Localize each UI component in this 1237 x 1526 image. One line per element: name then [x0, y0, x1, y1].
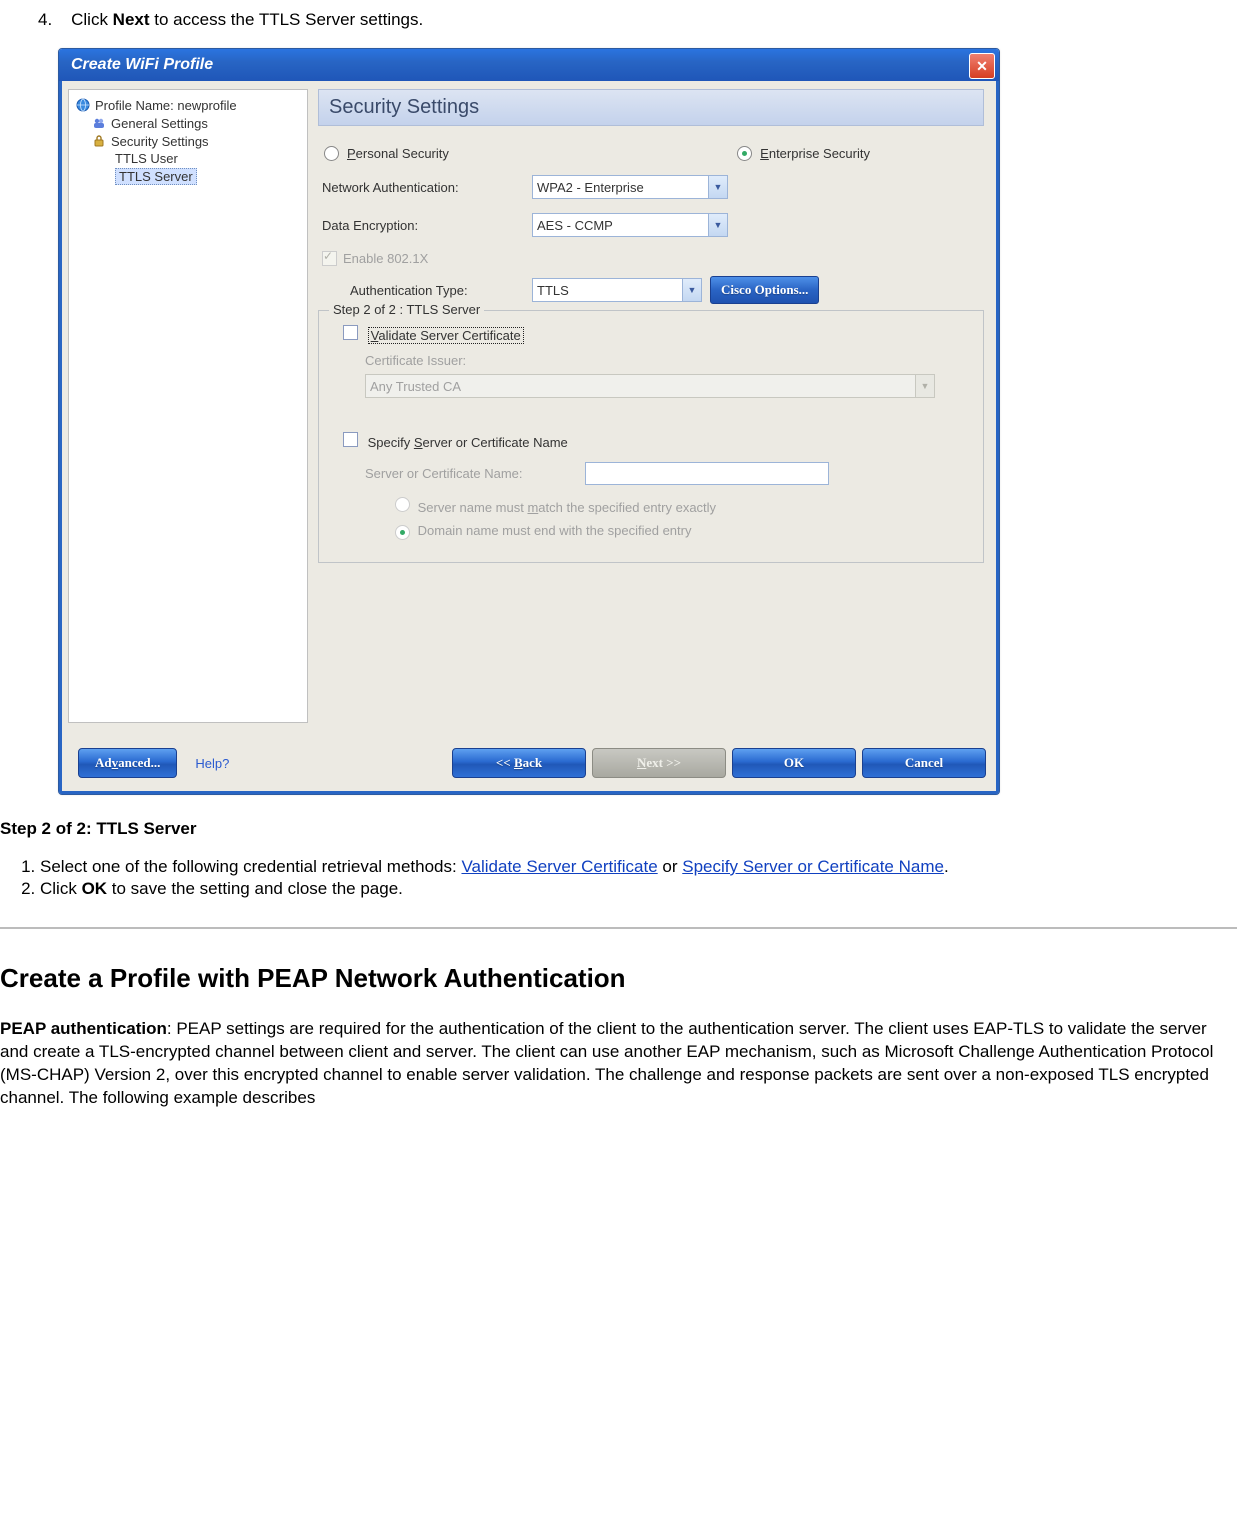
dropdown-value: WPA2 - Enterprise — [537, 180, 644, 195]
tree-general-settings[interactable]: General Settings — [73, 114, 303, 132]
button-label: << Back — [496, 755, 542, 771]
next-button: Next >> — [592, 748, 726, 778]
titlebar[interactable]: Create WiFi Profile ✕ — [59, 49, 999, 81]
checkbox-specify-server[interactable] — [343, 432, 358, 447]
divider — [0, 927, 1237, 929]
tree-label: General Settings — [111, 116, 208, 131]
chevron-down-icon: ▼ — [708, 176, 727, 198]
step-text-suffix: to access the TTLS Server settings. — [150, 10, 424, 29]
back-button[interactable]: << Back — [452, 748, 586, 778]
label-network-auth: Network Authentication: — [318, 180, 532, 195]
step-2-header: Step 2 of 2: TTLS Server — [0, 819, 1237, 839]
label-enable-8021x: Enable 802.1X — [343, 251, 428, 266]
dropdown-value: Any Trusted CA — [370, 379, 461, 394]
window-title: Create WiFi Profile — [63, 56, 213, 74]
li-text: or — [658, 857, 683, 876]
radio-personal-security[interactable] — [324, 146, 339, 161]
advanced-button[interactable]: Advanced... — [78, 748, 177, 778]
wifi-profile-dialog: Create WiFi Profile ✕ Profile Name: newp… — [58, 48, 1000, 795]
radio-domain-end — [395, 525, 410, 540]
panel-header: Security Settings — [318, 89, 984, 126]
dropdown-data-encryption[interactable]: AES - CCMP ▼ — [532, 213, 728, 237]
li-text: . — [944, 857, 949, 876]
dropdown-value: AES - CCMP — [537, 218, 613, 233]
label-cert-issuer: Certificate Issuer: — [343, 353, 971, 368]
list-item: Select one of the following credential r… — [40, 857, 1237, 877]
checkbox-enable-8021x — [322, 251, 337, 266]
button-label: Cisco Options... — [721, 282, 808, 298]
tree-label: TTLS User — [115, 151, 178, 166]
link-specify-server[interactable]: Specify Server or Certificate Name — [682, 857, 944, 876]
label-validate-cert: Validate Server Certificate — [368, 327, 524, 344]
chevron-down-icon: ▼ — [915, 375, 934, 397]
li-text: to save the setting and close the page. — [107, 879, 403, 898]
users-icon — [91, 115, 107, 131]
li-text: Select one of the following credential r… — [40, 857, 461, 876]
help-link[interactable]: Help? — [195, 756, 229, 771]
para-text: : PEAP settings are required for the aut… — [0, 1019, 1213, 1107]
groupbox-legend: Step 2 of 2 : TTLS Server — [329, 302, 484, 317]
label-auth-type: Authentication Type: — [346, 283, 532, 298]
cancel-button[interactable]: Cancel — [862, 748, 986, 778]
close-icon: ✕ — [976, 58, 988, 75]
checkbox-validate-cert[interactable] — [343, 325, 358, 340]
button-label: OK — [784, 755, 804, 771]
lock-icon — [91, 133, 107, 149]
radio-match-exactly — [395, 497, 410, 512]
label-enterprise-security: Enterprise Security — [760, 146, 870, 161]
dialog-button-bar: Advanced... Help? << Back Next >> OK Can… — [62, 735, 996, 791]
cisco-options-button[interactable]: Cisco Options... — [710, 276, 819, 304]
input-server-cert-name[interactable] — [585, 462, 829, 485]
label-personal-security: Personal Security — [347, 146, 449, 161]
ttls-server-groupbox: Step 2 of 2 : TTLS Server Validate Serve… — [318, 310, 984, 563]
tree-ttls-user[interactable]: TTLS User — [73, 150, 303, 167]
step-number: 4. — [38, 10, 52, 29]
dropdown-auth-type[interactable]: TTLS ▼ — [532, 278, 702, 302]
label-specify-server: Specify Server or Certificate Name — [368, 435, 568, 450]
para-bold: PEAP authentication — [0, 1019, 167, 1038]
radio-enterprise-security[interactable] — [737, 146, 752, 161]
chevron-down-icon: ▼ — [682, 279, 701, 301]
dropdown-cert-issuer: Any Trusted CA ▼ — [365, 374, 935, 398]
step-text-prefix: Click — [71, 10, 113, 29]
tree-ttls-server[interactable]: TTLS Server — [73, 167, 303, 186]
button-label: Advanced... — [95, 755, 160, 771]
tree-label: Security Settings — [111, 134, 209, 149]
tree-security-settings[interactable]: Security Settings — [73, 132, 303, 150]
tree-profile-name[interactable]: Profile Name: newprofile — [73, 96, 303, 114]
li-bold: OK — [82, 879, 108, 898]
ok-button[interactable]: OK — [732, 748, 856, 778]
step-2-list: Select one of the following credential r… — [0, 857, 1237, 899]
dropdown-network-auth[interactable]: WPA2 - Enterprise ▼ — [532, 175, 728, 199]
li-text: Click — [40, 879, 82, 898]
button-label: Next >> — [637, 755, 681, 771]
tree-label: Profile Name: newprofile — [95, 98, 237, 113]
peap-heading: Create a Profile with PEAP Network Authe… — [0, 963, 1237, 994]
label-match-exactly: Server name must match the specified ent… — [418, 500, 716, 515]
list-item: Click OK to save the setting and close t… — [40, 879, 1237, 899]
label-data-encryption: Data Encryption: — [318, 218, 532, 233]
step-text-bold: Next — [113, 10, 150, 29]
settings-panel: Security Settings Personal Security Ente… — [314, 81, 996, 791]
peap-paragraph: PEAP authentication: PEAP settings are r… — [0, 1018, 1237, 1110]
tree-label: TTLS Server — [115, 168, 197, 185]
button-label: Cancel — [905, 755, 943, 771]
instruction-step-4: 4. Click Next to access the TTLS Server … — [38, 10, 1237, 30]
chevron-down-icon: ▼ — [708, 214, 727, 236]
globe-icon — [75, 97, 91, 113]
label-domain-end: Domain name must end with the specified … — [418, 523, 692, 538]
label-server-cert-name: Server or Certificate Name: — [365, 466, 585, 481]
link-validate-cert[interactable]: Validate Server Certificate — [461, 857, 657, 876]
dropdown-value: TTLS — [537, 283, 569, 298]
close-button[interactable]: ✕ — [969, 53, 995, 79]
profile-tree: Profile Name: newprofile General Setting… — [68, 89, 308, 723]
